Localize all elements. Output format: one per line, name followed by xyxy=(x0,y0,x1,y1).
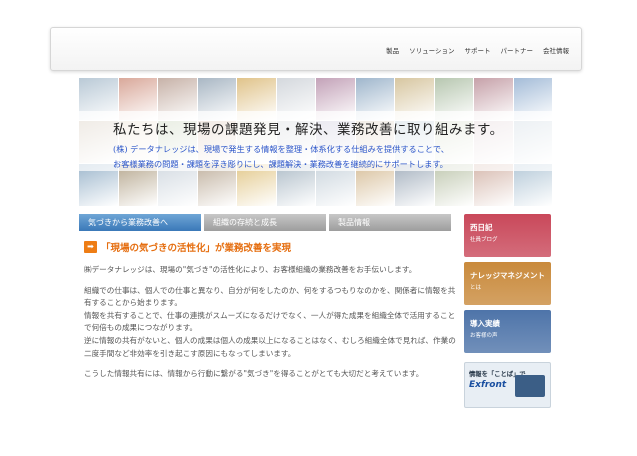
paragraph-body: 組織での仕事は、個人での仕事と異なり、自分が何をしたのか、何をするつもりなのかを… xyxy=(84,285,456,358)
paragraph-closing: こうした情報共有には、情報から行動に繋がる"気づき"を得ることがとても大切だと考… xyxy=(84,369,424,379)
banner-blog-sub: 社員ブログ xyxy=(470,237,498,243)
banner-knowledge-sub: とは xyxy=(470,285,482,291)
banner-cases-sub: お客様の声 xyxy=(470,333,498,339)
tab-kizuki[interactable]: 気づきから業務改善へ xyxy=(79,214,201,231)
nav-solutions[interactable]: ソリューション xyxy=(409,45,454,55)
tab-products[interactable]: 製品情報 xyxy=(329,214,451,231)
hero-subtitle-2: お客様業務の問題・課題を浮き彫りにし、課題解決・業務改善を継続的にサポートします… xyxy=(113,159,448,169)
nav-company[interactable]: 会社情報 xyxy=(543,45,569,55)
arrow-icon: ➡ xyxy=(84,241,97,253)
tab-organization[interactable]: 組織の存続と成長 xyxy=(204,214,326,231)
hero-title: 私たちは、現場の課題発見・解決、業務改善に取り組みます。 xyxy=(113,122,504,138)
banner-cases-label: 導入実績 xyxy=(470,319,500,328)
paragraph-intro: ㈱データナレッジは、現場の"気づき"の活性化により、お客様組織の業務改善をお手伝… xyxy=(84,265,417,274)
banner-exfront[interactable]: 情報を「ことば」で Exfront xyxy=(464,362,551,408)
hero-banner: 私たちは、現場の課題発見・解決、業務改善に取り組みます。 (株) データナレッジ… xyxy=(79,78,552,206)
site-header: 製品 ソリューション サポート パートナー 会社情報 xyxy=(50,27,582,71)
section-heading: ➡ 「現場の気づきの活性化」が業務改善を実現 xyxy=(84,240,456,254)
global-nav: 製品 ソリューション サポート パートナー 会社情報 xyxy=(386,45,569,55)
banner-blog[interactable]: 西日記 社員ブログ xyxy=(464,214,551,257)
nav-products[interactable]: 製品 xyxy=(386,45,399,55)
banner-knowledge[interactable]: ナレッジマネジメント とは xyxy=(464,262,551,305)
content-tabs: 気づきから業務改善へ 組織の存続と成長 製品情報 xyxy=(79,214,451,231)
hero-subtitle-1: (株) データナレッジは、現場で発生する情報を整理・体系化する仕組みを提供するこ… xyxy=(113,144,449,154)
banner-exfront-logo: Exfront xyxy=(469,380,507,390)
laptop-icon xyxy=(515,375,545,397)
nav-partner[interactable]: パートナー xyxy=(501,45,534,55)
headline-text: 「現場の気づきの活性化」が業務改善を実現 xyxy=(101,243,292,254)
nav-support[interactable]: サポート xyxy=(465,45,491,55)
banner-blog-label: 西日記 xyxy=(470,223,493,232)
banner-knowledge-label: ナレッジマネジメント xyxy=(470,271,545,280)
main-content: ➡ 「現場の気づきの活性化」が業務改善を実現 ㈱データナレッジは、現場の"気づき… xyxy=(84,240,456,381)
banner-cases[interactable]: 導入実績 お客様の声 xyxy=(464,310,551,353)
